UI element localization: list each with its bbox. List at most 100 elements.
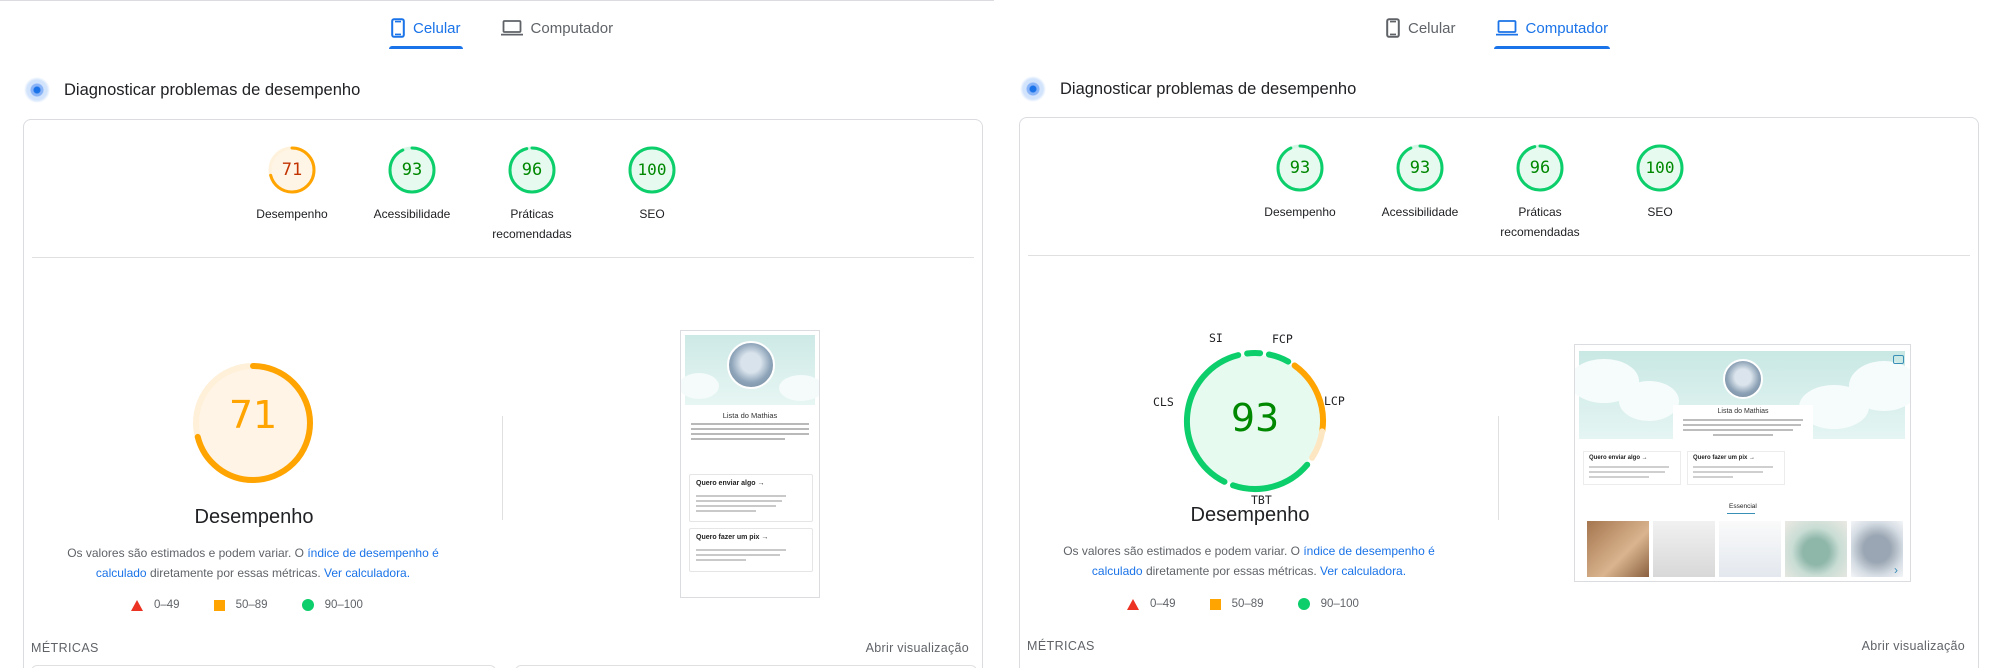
section-underline bbox=[1727, 513, 1755, 514]
metric-label-fcp: FCP bbox=[1272, 332, 1293, 346]
legend-fail: 0–49 bbox=[1127, 598, 1176, 610]
product-image bbox=[1587, 521, 1649, 577]
gauge-desempenho[interactable]: 93 Desempenho bbox=[1245, 143, 1355, 222]
gauges-divider bbox=[1028, 255, 1970, 256]
green-circle-icon bbox=[301, 599, 314, 611]
gauge-acessibilidade[interactable]: 93 Acessibilidade bbox=[357, 145, 467, 224]
score-legend: 0–49 50–89 90–100 bbox=[131, 599, 363, 611]
card-title: Quero fazer um pix → bbox=[696, 534, 769, 541]
big-score-value: 93 bbox=[1230, 396, 1280, 440]
vertical-divider bbox=[502, 416, 503, 520]
card-title: Quero enviar algo → bbox=[1589, 455, 1648, 461]
device-tabs: Celular Computador bbox=[389, 10, 616, 49]
tab-computador[interactable]: Computador bbox=[499, 10, 616, 46]
gauge-label: Práticas recomendadas bbox=[1500, 205, 1580, 239]
legend-label: 0–49 bbox=[154, 599, 180, 611]
tab-label: Celular bbox=[1408, 19, 1456, 37]
score-notes: Os valores são estimados e podem variar.… bbox=[1039, 541, 1459, 581]
score-value: 93 bbox=[401, 160, 423, 180]
metrics-label: MÉTRICAS bbox=[31, 641, 99, 655]
score-value: 93 bbox=[1289, 158, 1311, 178]
big-score-value: 71 bbox=[228, 393, 278, 437]
gauge-label: Desempenho bbox=[256, 207, 328, 221]
expand-view-toggle[interactable]: Abrir visualização bbox=[866, 641, 969, 655]
category-gauges: 71 Desempenho 93 Acessibilidade 96 Práti… bbox=[24, 145, 982, 245]
gauge-desempenho[interactable]: 71 Desempenho bbox=[237, 145, 347, 224]
product-image bbox=[1785, 521, 1847, 577]
lighthouse-burst-icon bbox=[1020, 76, 1046, 102]
notes-text: diretamente por essas métricas. bbox=[146, 566, 325, 580]
legend-label: 90–100 bbox=[1320, 598, 1359, 610]
tab-celular[interactable]: Celular bbox=[389, 10, 463, 49]
smartphone-icon bbox=[391, 18, 405, 38]
performance-big-gauge: 93 bbox=[1170, 336, 1340, 506]
section-title: Diagnosticar problemas de desempenho bbox=[1060, 79, 1357, 98]
card-send: Quero enviar algo → bbox=[1583, 451, 1681, 485]
score-value: 96 bbox=[1529, 158, 1551, 178]
gauges-divider bbox=[32, 257, 974, 258]
card-send: Quero enviar algo → bbox=[689, 474, 813, 522]
mobile-report-panel: Celular Computador Diagnosticar problema… bbox=[0, 0, 994, 668]
score-ring: 100 bbox=[627, 145, 677, 195]
metric-label-lcp: LCP bbox=[1324, 394, 1345, 408]
card-title: Quero fazer um pix → bbox=[1693, 455, 1756, 461]
corner-badge-icon bbox=[1893, 355, 1904, 364]
laptop-icon bbox=[1495, 20, 1518, 36]
score-ring: 93 bbox=[387, 145, 437, 195]
score-value: 93 bbox=[1409, 158, 1431, 178]
page-screenshot[interactable]: Lista do Mathias Quero enviar algo → Que… bbox=[1574, 344, 1911, 582]
baby-photo bbox=[1723, 359, 1763, 399]
gauge-label: Acessibilidade bbox=[1381, 205, 1459, 219]
product-image bbox=[1719, 521, 1781, 577]
score-ring: 93 bbox=[1395, 143, 1445, 193]
gauge-seo[interactable]: 100 SEO bbox=[597, 145, 707, 224]
calculator-link[interactable]: Ver calculadora. bbox=[1320, 564, 1406, 578]
carousel-next-icon[interactable]: › bbox=[1894, 563, 1898, 577]
page-screenshot[interactable]: Lista do Mathias Quero enviar algo → Que… bbox=[680, 330, 820, 598]
tab-label: Computador bbox=[1525, 19, 1609, 37]
section-heading: Essencial bbox=[1729, 503, 1757, 510]
gauge-praticas[interactable]: 96 Práticas recomendadas bbox=[477, 145, 587, 244]
legend-label: 50–89 bbox=[235, 599, 268, 611]
smartphone-icon bbox=[1386, 18, 1400, 38]
score-ring: 96 bbox=[507, 145, 557, 195]
notes-text: diretamente por essas métricas. bbox=[1142, 564, 1321, 578]
gauge-label: Acessibilidade bbox=[373, 207, 451, 221]
score-notes: Os valores são estimados e podem variar.… bbox=[43, 543, 463, 583]
gauge-acessibilidade[interactable]: 93 Acessibilidade bbox=[1365, 143, 1475, 222]
tab-celular[interactable]: Celular bbox=[1384, 10, 1458, 46]
tab-computador[interactable]: Computador bbox=[1493, 10, 1611, 49]
score-value: 100 bbox=[1645, 158, 1675, 177]
score-value: 100 bbox=[637, 160, 667, 179]
screenshot-hero bbox=[681, 335, 819, 405]
card-title: Quero enviar algo → bbox=[696, 480, 765, 487]
legend-fail: 0–49 bbox=[131, 599, 180, 611]
gauge-label: SEO bbox=[639, 207, 665, 221]
calculator-link[interactable]: Ver calculadora. bbox=[324, 566, 410, 580]
score-value: 71 bbox=[281, 160, 303, 180]
legend-label: 90–100 bbox=[324, 599, 363, 611]
laptop-icon bbox=[500, 20, 523, 36]
legend-label: 0–49 bbox=[1150, 598, 1176, 610]
metrics-label: MÉTRICAS bbox=[1027, 639, 1095, 653]
gauge-seo[interactable]: 100 SEO bbox=[1605, 143, 1715, 222]
site-title: Lista do Mathias bbox=[1717, 408, 1769, 415]
expand-view-toggle[interactable]: Abrir visualização bbox=[1862, 639, 1965, 653]
vertical-divider bbox=[1498, 416, 1499, 520]
score-ring: 93 bbox=[1275, 143, 1325, 193]
legend-average: 50–89 bbox=[213, 599, 268, 611]
lighthouse-burst-icon bbox=[24, 77, 50, 103]
gauge-label: Desempenho bbox=[1264, 205, 1336, 219]
report-card: 71 Desempenho 93 Acessibilidade 96 Práti… bbox=[23, 119, 983, 668]
gauge-praticas[interactable]: 96 Práticas recomendadas bbox=[1485, 143, 1595, 242]
tab-label: Celular bbox=[413, 19, 461, 37]
red-triangle-icon bbox=[1127, 598, 1139, 610]
red-triangle-icon bbox=[131, 599, 143, 611]
score-ring: 96 bbox=[1515, 143, 1565, 193]
site-title: Lista do Mathias bbox=[722, 411, 778, 420]
legend-label: 50–89 bbox=[1231, 598, 1264, 610]
gauge-label: SEO bbox=[1647, 205, 1673, 219]
diagnose-heading: Diagnosticar problemas de desempenho bbox=[1020, 76, 1356, 102]
site-title-box: Lista do Mathias bbox=[1673, 405, 1813, 441]
notes-text: Os valores são estimados e podem variar.… bbox=[1063, 544, 1304, 558]
